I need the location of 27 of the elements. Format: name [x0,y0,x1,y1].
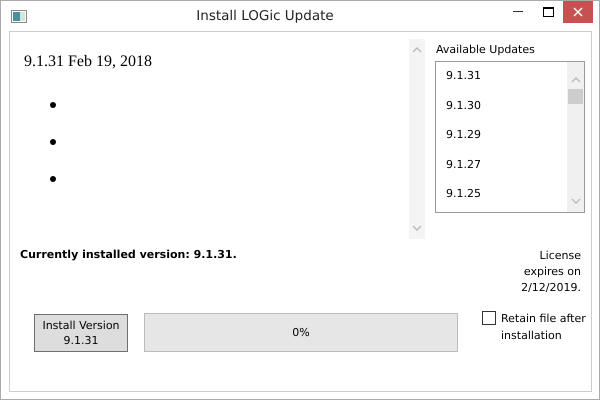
close-button[interactable] [563,1,593,23]
scrollbar-thumb[interactable] [568,89,583,104]
bullet-icon [50,139,56,145]
bullet-icon [50,176,56,182]
progress-reading: 0% [292,326,310,339]
scroll-up-icon[interactable] [412,47,422,53]
scroll-down-icon[interactable] [412,225,422,231]
installed-version: Currently installed version: 9.1.31. [20,248,237,263]
bullet-icon [50,102,56,108]
install-button[interactable]: Install Version 9.1.31 [34,314,128,352]
maximize-icon [542,7,554,17]
list-item[interactable]: 9.1.30 [436,96,567,125]
close-icon [573,7,583,17]
release-heading: 9.1.31 Feb 19, 2018 [24,53,153,71]
scroll-down-icon[interactable] [570,198,580,204]
list-label: Available Updates [436,43,536,56]
retain-checkbox[interactable] [482,310,496,324]
list-item[interactable]: 9.1.25 [436,184,567,212]
list-item[interactable]: 9.1.27 [436,154,567,184]
retain-label: Retain file after installation [501,310,586,344]
license-expiry: License expires on 2/12/2019. [521,248,581,296]
list-item[interactable]: 9.1.31 [436,66,567,96]
scroll-up-icon[interactable] [570,77,580,83]
minimize-icon [513,11,523,13]
window-title: Install LOGic Update [195,8,335,24]
list-item[interactable]: 9.1.29 [436,125,567,154]
app-icon [11,10,27,22]
